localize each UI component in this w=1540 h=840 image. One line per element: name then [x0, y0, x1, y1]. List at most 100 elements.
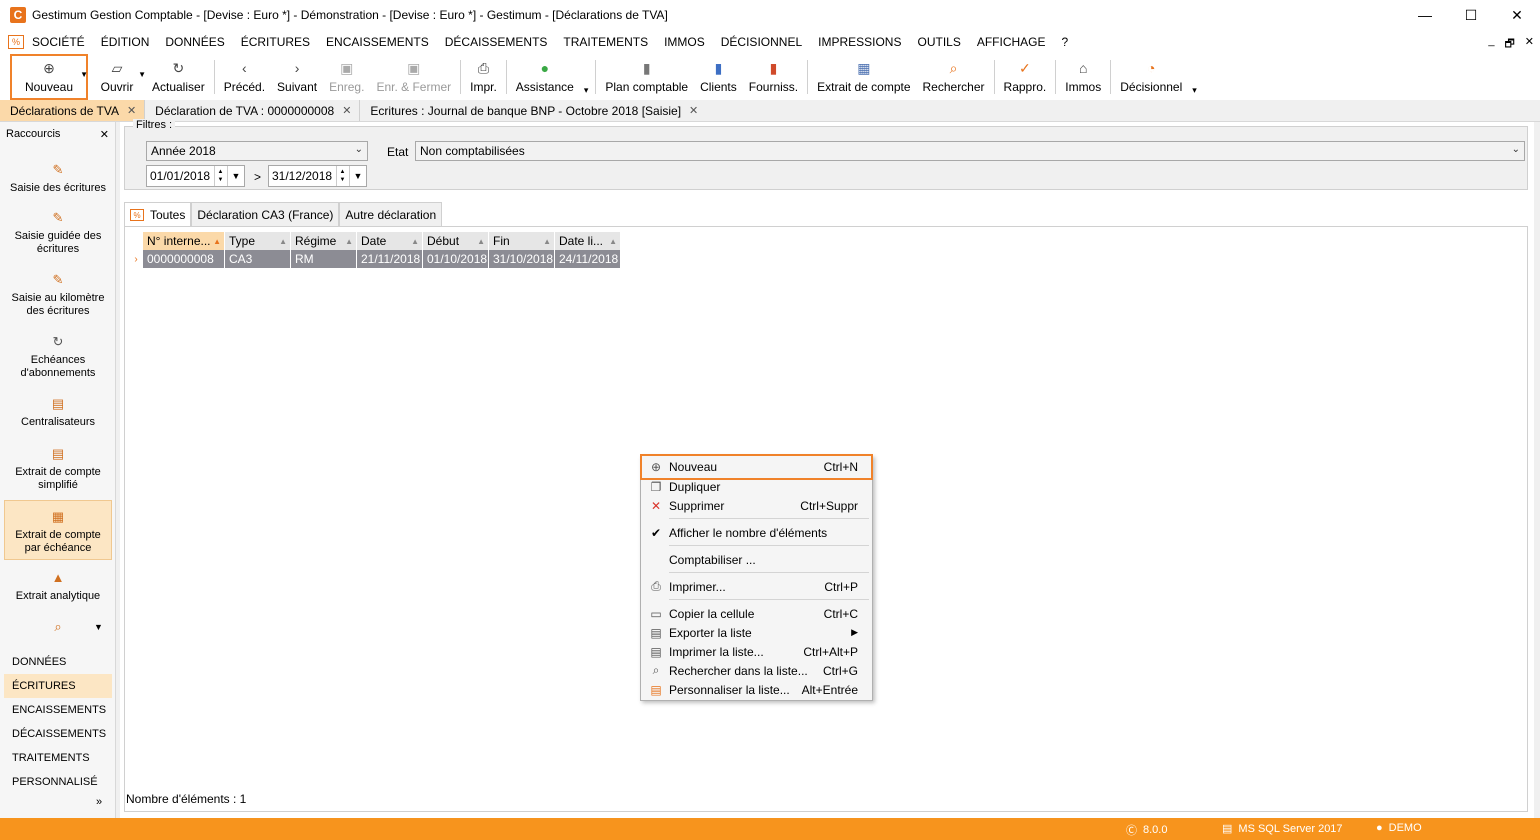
menu-donnees[interactable]: DONNÉES: [157, 35, 232, 49]
rappro-button[interactable]: ✓ Rappro.: [998, 54, 1053, 100]
menu-item-supprimer[interactable]: ✕ Supprimer Ctrl+Suppr: [641, 496, 872, 515]
shortcut-extrait-echeance[interactable]: ▦ Extrait de compte par échéance: [4, 500, 112, 560]
fournisseurs-button[interactable]: ▮ Fourniss.: [743, 54, 804, 100]
menu-item-exporter-liste[interactable]: ▤ Exporter la liste ▶: [641, 623, 872, 642]
nouveau-button[interactable]: ⊕ Nouveau ▼: [10, 54, 88, 100]
menu-affichage[interactable]: AFFICHAGE: [969, 35, 1054, 49]
menu-encaissements[interactable]: ENCAISSEMENTS: [318, 35, 437, 49]
column-header-type[interactable]: Type ▲: [225, 232, 291, 250]
enregistrer-button[interactable]: ▣ Enreg.: [323, 54, 370, 100]
mdi-close-button[interactable]: ✕: [1525, 35, 1534, 54]
etat-select[interactable]: Non comptabilisées ⌄: [415, 141, 1525, 161]
decisionnel-button[interactable]: ◔ Décisionnel: [1114, 54, 1188, 100]
shortcut-extrait-simplifie[interactable]: ▤ Extrait de compte simplifié: [4, 444, 112, 492]
close-icon[interactable]: ✕: [689, 104, 698, 117]
category-encaissements[interactable]: ENCAISSEMENTS: [4, 698, 112, 722]
chevron-down-icon[interactable]: ▼: [349, 166, 366, 186]
menu-decaissements[interactable]: DÉCAISSEMENTS: [437, 35, 556, 49]
chevron-down-icon[interactable]: ▼: [80, 70, 88, 79]
cell-date[interactable]: 21/11/2018: [357, 250, 423, 268]
menu-item-afficher-nombre[interactable]: ✔ Afficher le nombre d'éléments: [641, 523, 872, 542]
category-ecritures[interactable]: ÉCRITURES: [4, 674, 112, 698]
column-header-date-limite[interactable]: Date li... ▲: [555, 232, 621, 250]
close-icon[interactable]: ✕: [342, 104, 351, 117]
column-header-fin[interactable]: Fin ▲: [489, 232, 555, 250]
mdi-restore-button[interactable]: 🗗: [1504, 35, 1514, 54]
menu-outils[interactable]: OUTILS: [909, 35, 968, 49]
rechercher-button[interactable]: ⌕ Rechercher: [917, 54, 991, 100]
shortcut-echeances-abonnements[interactable]: ↻ Echéances d'abonnements: [4, 332, 112, 380]
ouvrir-button[interactable]: ▱ Ouvrir ▼: [88, 54, 146, 100]
spin-icon[interactable]: ▲ ▼: [214, 166, 226, 186]
menu-ecritures[interactable]: ÉCRITURES: [233, 35, 318, 49]
tab-declaration-ca3[interactable]: Déclaration CA3 (France): [191, 202, 340, 226]
menu-traitements[interactable]: TRAITEMENTS: [555, 35, 656, 49]
menu-societe[interactable]: SOCIÉTÉ: [24, 35, 93, 49]
cell-regime[interactable]: RM: [291, 250, 357, 268]
spin-icon[interactable]: ▲ ▼: [336, 166, 348, 186]
cell-numero[interactable]: 0000000008: [143, 250, 225, 268]
minimize-button[interactable]: —: [1402, 0, 1448, 30]
cell-date-limite[interactable]: 24/11/2018: [555, 250, 621, 268]
close-button[interactable]: ✕: [1494, 0, 1540, 30]
shortcut-centralisateurs[interactable]: ▤ Centralisateurs: [4, 394, 112, 429]
plan-comptable-button[interactable]: ▮ Plan comptable: [599, 54, 694, 100]
menu-item-copier-cellule[interactable]: ▭ Copier la cellule Ctrl+C: [641, 604, 872, 623]
maximize-button[interactable]: ☐: [1448, 0, 1494, 30]
menu-edition[interactable]: ÉDITION: [93, 35, 158, 49]
menu-item-personnaliser-liste[interactable]: ▤ Personnaliser la liste... Alt+Entrée: [641, 680, 872, 699]
chevron-down-icon[interactable]: ▼: [138, 70, 146, 79]
menu-immos[interactable]: IMMOS: [656, 35, 713, 49]
menu-item-rechercher-liste[interactable]: ⌕ Rechercher dans la liste... Ctrl+G: [641, 661, 872, 680]
cell-type[interactable]: CA3: [225, 250, 291, 268]
immos-button[interactable]: ⌂ Immos: [1059, 54, 1107, 100]
category-personnalise[interactable]: PERSONNALISÉ: [4, 770, 112, 794]
shortcut-saisie-ecritures[interactable]: ✎ Saisie des écritures: [4, 160, 112, 195]
period-select[interactable]: Année 2018 ⌄: [146, 141, 368, 161]
shortcut-extrait-analytique[interactable]: ▲ Extrait analytique: [4, 568, 112, 603]
scroll-down-icon[interactable]: ▼: [94, 622, 103, 632]
menu-impressions[interactable]: IMPRESSIONS: [810, 35, 909, 49]
toolbar-overflow-icon[interactable]: ▾: [580, 85, 593, 96]
mdi-minimize-button[interactable]: _: [1488, 35, 1494, 54]
shortcut-saisie-kilometre[interactable]: ✎ Saisie au kilomètre des écritures: [4, 270, 112, 318]
column-header-debut[interactable]: Début ▲: [423, 232, 489, 250]
toolbar-overflow-icon[interactable]: ▾: [1188, 85, 1201, 96]
menu-item-imprimer-liste[interactable]: ▤ Imprimer la liste... Ctrl+Alt+P: [641, 642, 872, 661]
enr-fermer-button[interactable]: ▣ Enr. & Fermer: [370, 54, 457, 100]
category-donnees[interactable]: DONNÉES: [4, 650, 112, 674]
cell-debut[interactable]: 01/10/2018: [423, 250, 489, 268]
category-traitements[interactable]: TRAITEMENTS: [4, 746, 112, 770]
column-header-date[interactable]: Date ▲: [357, 232, 423, 250]
doc-tab-declaration-tva[interactable]: Déclaration de TVA : 0000000008 ✕: [145, 100, 361, 121]
menu-item-comptabiliser[interactable]: Comptabiliser ...: [641, 550, 872, 569]
tab-toutes[interactable]: % Toutes: [124, 202, 192, 227]
actualiser-button[interactable]: ↻ Actualiser: [146, 54, 211, 100]
menu-item-nouveau[interactable]: ⊕ Nouveau Ctrl+N: [640, 454, 873, 480]
table-row[interactable]: › 0000000008 CA3 RM 21/11/2018 01/10/201…: [129, 250, 621, 268]
tab-autre-declaration[interactable]: Autre déclaration: [339, 202, 443, 226]
suivant-button[interactable]: › Suivant: [271, 54, 323, 100]
doc-tab-ecritures[interactable]: Ecritures : Journal de banque BNP - Octo…: [360, 100, 706, 121]
precedent-button[interactable]: ‹ Précéd.: [218, 54, 271, 100]
imprimer-button[interactable]: ⎙ Impr.: [464, 54, 503, 100]
date-to-field[interactable]: 31/12/2018 ▲ ▼ ▼: [268, 165, 367, 187]
menu-help[interactable]: ?: [1054, 35, 1077, 49]
menu-decisionnel[interactable]: DÉCISIONNEL: [713, 35, 810, 49]
extrait-compte-button[interactable]: ▦ Extrait de compte: [811, 54, 916, 100]
date-from-field[interactable]: 01/01/2018 ▲ ▼ ▼: [146, 165, 245, 187]
chevron-down-icon[interactable]: ▼: [227, 166, 244, 186]
cell-fin[interactable]: 31/10/2018: [489, 250, 555, 268]
column-header-regime[interactable]: Régime ▲: [291, 232, 357, 250]
percent-icon[interactable]: %: [8, 35, 24, 49]
shortcut-saisie-guidee[interactable]: ✎ Saisie guidée des écritures: [4, 208, 112, 256]
assistance-button[interactable]: ● Assistance: [510, 54, 580, 100]
menu-item-dupliquer[interactable]: ❐ Dupliquer: [641, 477, 872, 496]
category-decaissements[interactable]: DÉCAISSEMENTS: [4, 722, 112, 746]
expand-icon[interactable]: »: [96, 796, 102, 808]
doc-tab-declarations-tva[interactable]: Déclarations de TVA ✕: [0, 100, 146, 121]
close-icon[interactable]: ✕: [127, 104, 136, 117]
close-icon[interactable]: ✕: [100, 128, 109, 141]
column-header-numero[interactable]: N° interne... ▲: [143, 232, 225, 250]
clients-button[interactable]: ▮ Clients: [694, 54, 743, 100]
